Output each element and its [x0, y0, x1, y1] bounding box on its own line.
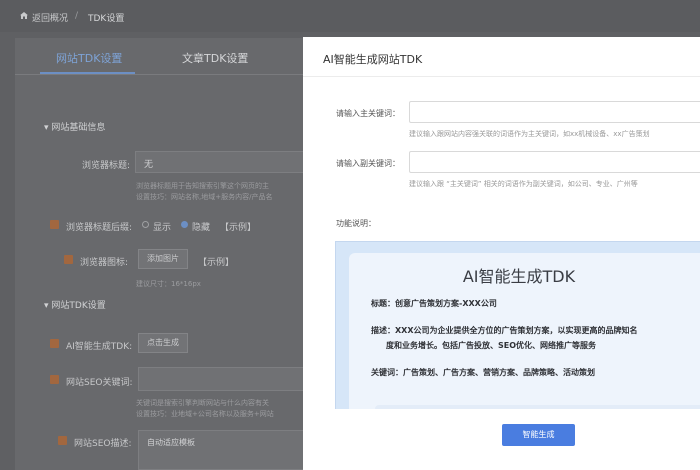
preview-description-row-1: 描述：XXX公司为企业提供全方位的广告策划方案，以实现更高的品牌知名 — [371, 326, 638, 335]
auto-template-button[interactable]: 自动适应模板 — [147, 437, 195, 448]
main-keyword-input[interactable] — [409, 101, 700, 123]
breadcrumb-separator: / — [75, 11, 79, 21]
seo-keywords-hint-2: 设置技巧：业地域+公司名称以及服务+网站 — [136, 410, 274, 418]
vip-icon — [50, 375, 59, 384]
vip-icon — [50, 339, 59, 348]
tab-article-tdk[interactable]: 文章TDK设置 — [182, 50, 248, 66]
preview-title: AI智能生成TDK — [462, 267, 576, 286]
ai-tdk-modal: AI智能生成网站TDK 请输入主关键词： 建议输入跟网站内容强关联的词语作为主关… — [303, 37, 700, 470]
favicon-example-link[interactable]: 【示例】 — [198, 255, 234, 268]
back-link[interactable]: 返回概况 — [32, 11, 68, 24]
tab-site-tdk[interactable]: 网站TDK设置 — [56, 50, 122, 66]
suffix-hide-label: 隐藏 — [192, 223, 211, 233]
top-bar: 返回概况 / TDK设置 — [0, 0, 700, 32]
browser-title-value: 无 — [144, 160, 154, 170]
watermark-logo: @ — [652, 430, 698, 455]
preview-card: AI智能生成TDK 标题：创意广告策划方案-XXX公司 描述：XXX公司为企业提… — [349, 253, 700, 409]
home-icon — [20, 12, 28, 19]
sub-keyword-label: 请输入副关键词： — [336, 159, 400, 168]
ai-generate-label: AI智能生成TDK: — [66, 342, 133, 352]
vip-icon — [58, 436, 67, 445]
title-suffix-label: 浏览器标题后缀: — [66, 223, 133, 233]
preview-keywords-row: 关键词：广告策划、广告方案、营销方案、品牌策略、活动策划 — [371, 368, 595, 377]
browser-title-hint-1: 浏览器标题用于告知搜索引擎这个网页的主 — [136, 182, 269, 190]
seo-keywords-hint-1: 关键词是搜索引擎判断网站与什么内容有关 — [136, 399, 269, 407]
svg-text:@: @ — [680, 431, 698, 455]
section-title-tdk: ▾ 网站TDK设置 — [44, 301, 106, 311]
browser-title-hint-2: 设置技巧：网站名称,地域+服务内容/产品名 — [136, 193, 273, 201]
seo-keywords-input[interactable] — [138, 367, 310, 391]
seo-keywords-label: 网站SEO关键词: — [66, 378, 133, 388]
function-description-label: 功能说明： — [336, 219, 376, 228]
sub-keyword-input[interactable] — [409, 151, 700, 173]
preview-footer-card — [375, 405, 700, 409]
seo-description-label: 网站SEO描述: — [74, 439, 132, 449]
sub-keyword-hint: 建议输入跟 “主关键词” 相关的词语作为副关键词，如公司、专业、广州等 — [409, 180, 638, 188]
section-title-basic: ▾ 网站基础信息 — [44, 123, 106, 133]
tab-divider — [15, 74, 305, 75]
smart-generate-button[interactable]: 智能生成 — [502, 424, 575, 446]
main-keyword-hint: 建议输入跟网站内容强关联的词语作为主关键词，如xx机械设备、xx广告策划 — [409, 130, 650, 138]
suffix-hide-radio[interactable] — [181, 221, 188, 228]
vip-icon — [64, 255, 73, 264]
suffix-show-radio[interactable] — [142, 221, 149, 228]
suffix-show-label: 显示 — [153, 223, 172, 233]
modal-title: AI智能生成网站TDK — [323, 53, 423, 66]
ai-generate-button[interactable]: 点击生成 — [138, 333, 188, 353]
seo-description-input[interactable]: 自动适应模板 — [138, 430, 310, 470]
browser-title-input[interactable]: 无 — [135, 151, 310, 173]
suffix-example-link[interactable]: 【示例】 — [220, 220, 256, 233]
favicon-label: 浏览器图标: — [80, 258, 129, 268]
breadcrumb-current: TDK设置 — [88, 14, 125, 24]
upload-image-button[interactable]: 添加图片 — [138, 249, 188, 269]
function-preview-image: AI智能生成TDK 标题：创意广告策划方案-XXX公司 描述：XXX公司为企业提… — [335, 241, 700, 409]
preview-title-row: 标题：创意广告策划方案-XXX公司 — [371, 299, 497, 308]
browser-title-label: 浏览器标题: — [82, 161, 131, 171]
main-keyword-label: 请输入主关键词： — [336, 109, 400, 118]
preview-description-row-2: 度和业务增长。包括广告投放、SEO优化、网络推广等服务 — [386, 341, 597, 350]
modal-divider — [303, 76, 700, 77]
favicon-size-hint: 建议尺寸：16*16px — [136, 280, 201, 288]
vip-icon — [50, 220, 59, 229]
